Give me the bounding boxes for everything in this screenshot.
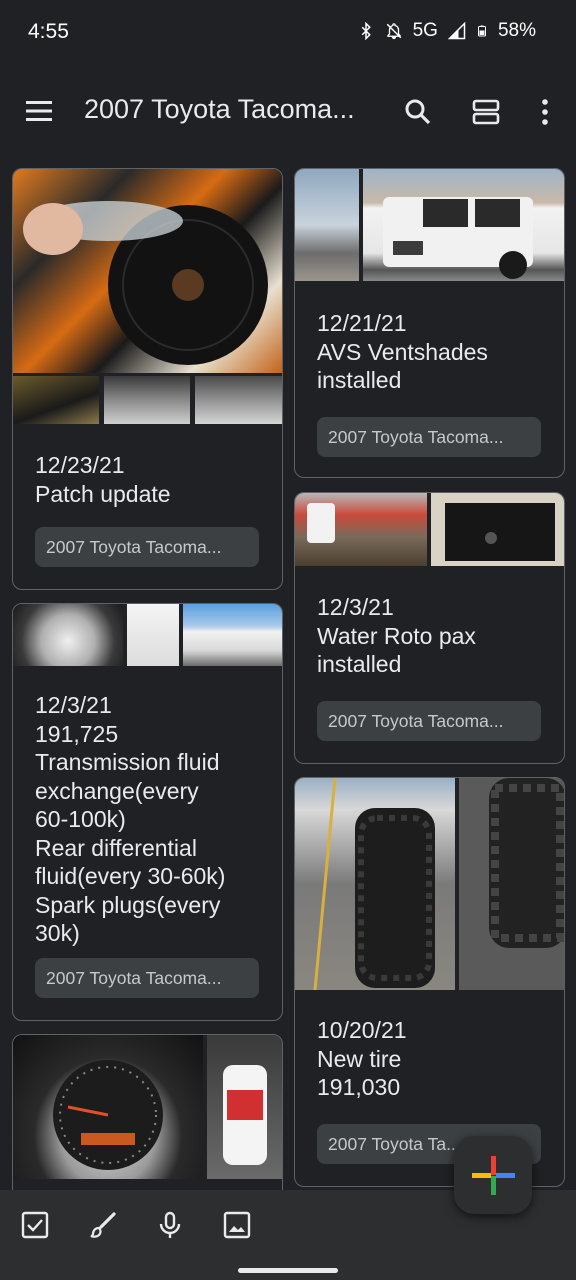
note-photo-tape [13, 169, 282, 373]
note-photo-thumb-3 [195, 376, 282, 424]
note-card-ventshades[interactable]: 12/21/21 AVS Ventshades installed 2007 T… [294, 168, 565, 478]
note-photo-gauge-cluster [13, 1035, 203, 1179]
note-photo-thumb-2 [104, 376, 190, 424]
new-note-button[interactable] [454, 1136, 532, 1214]
note-photo-truck-bed [295, 493, 427, 566]
checkbox-icon[interactable] [20, 1210, 50, 1240]
note-label-chip[interactable]: 2007 Toyota Tacoma... [317, 417, 541, 457]
note-photo-fluid-bottle [207, 1035, 282, 1179]
note-text: 12/3/21 Water Roto pax installed [317, 594, 476, 677]
note-photo-odometer [13, 604, 123, 666]
note-card-tire[interactable]: 10/20/21 New tire 191,030 2007 Toyota Ta… [294, 777, 565, 1187]
note-photo-truck-side [363, 169, 564, 281]
note-photo-thumb-1 [13, 376, 99, 424]
note-text: 12/23/21 Patch update [35, 452, 171, 507]
note-photo-receipt [127, 604, 179, 666]
battery-icon [477, 25, 486, 37]
note-text: 12/21/21 AVS Ventshades installed [317, 310, 488, 393]
note-card-transmission[interactable]: 12/3/21 191,725 Transmission fluid excha… [12, 603, 283, 1021]
note-photo-truck-shop [183, 604, 282, 666]
note-label-chip[interactable]: 2007 Toyota Tacoma... [35, 527, 259, 567]
signal-icon [447, 22, 466, 40]
search-icon[interactable] [402, 96, 434, 128]
home-indicator[interactable] [238, 1268, 338, 1273]
image-icon[interactable] [222, 1210, 252, 1240]
note-photo-truck-lot [295, 169, 359, 281]
bell-off-icon [386, 23, 401, 40]
status-time: 4:55 [28, 20, 69, 43]
status-bar: 4:55 5G 58% [0, 0, 576, 66]
brush-icon[interactable] [88, 1210, 118, 1240]
mic-icon[interactable] [155, 1210, 185, 1240]
app-bar: 2007 Toyota Tacoma... [0, 80, 576, 144]
note-photo-tire-front [295, 778, 455, 990]
more-options-icon[interactable] [532, 96, 558, 128]
note-photo-tire-tread [459, 778, 564, 990]
note-text: 10/20/21 New tire 191,030 [317, 1017, 407, 1100]
note-card-patch[interactable]: 12/23/21 Patch update 2007 Toyota Tacoma… [12, 168, 283, 590]
bluetooth-icon [361, 22, 371, 40]
network-type: 5G [412, 20, 438, 41]
label-title: 2007 Toyota Tacoma... [84, 94, 355, 124]
plus-icon [472, 1156, 515, 1195]
note-card-rotopax[interactable]: 12/3/21 Water Roto pax installed 2007 To… [294, 492, 565, 764]
battery-level: 58% [497, 20, 536, 41]
list-view-icon[interactable] [470, 96, 502, 128]
menu-icon[interactable] [24, 98, 54, 124]
note-photo-roto-plate [431, 493, 564, 566]
note-text: 12/3/21 191,725 Transmission fluid excha… [35, 692, 226, 946]
note-label-chip[interactable]: 2007 Toyota Tacoma... [35, 958, 259, 998]
status-icons: 5G 58% [357, 20, 536, 42]
note-label-chip[interactable]: 2007 Toyota Tacoma... [317, 701, 541, 741]
